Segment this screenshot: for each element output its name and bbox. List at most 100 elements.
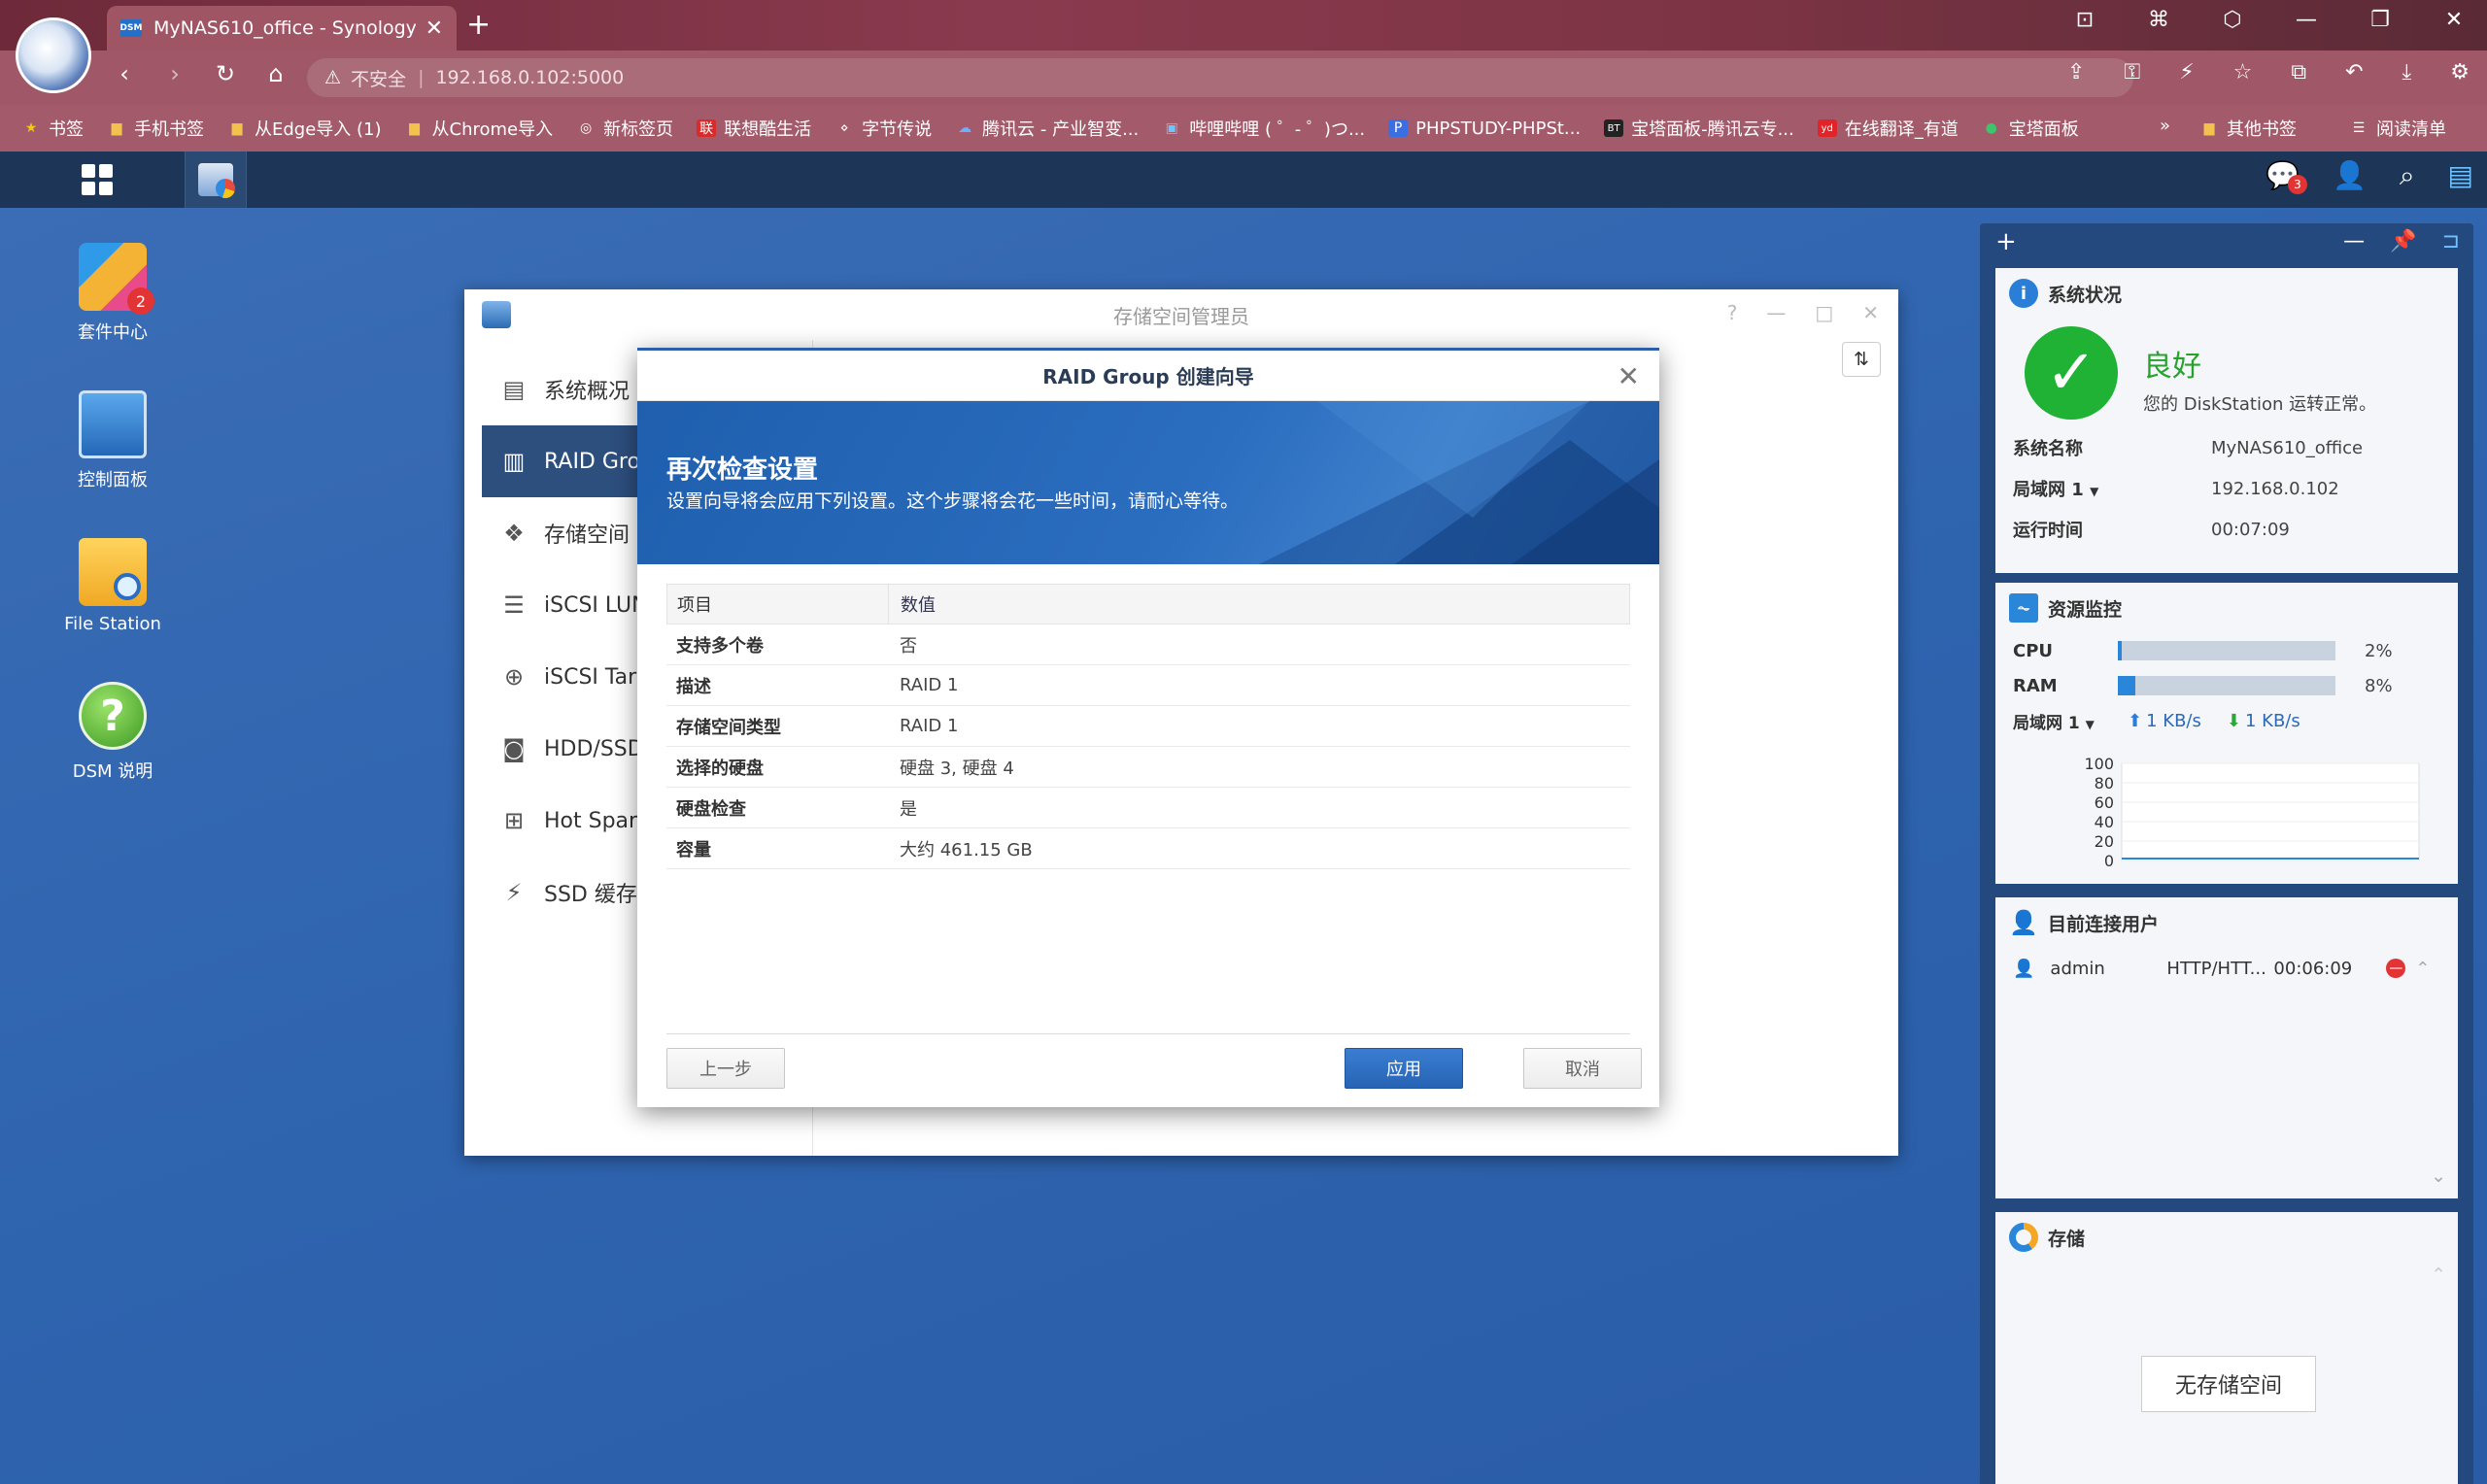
new-tab-button[interactable]: + (466, 8, 491, 42)
close-icon[interactable]: ✕ (1862, 301, 1879, 324)
bookmarks-more-button[interactable]: » (2160, 116, 2170, 141)
storage-manager-icon (198, 163, 235, 198)
help-icon[interactable]: ? (1727, 301, 1738, 324)
storage-manager-titlebar[interactable]: 存储空间管理员 ? — □ ✕ (464, 289, 1898, 340)
youdao-icon: yd (1817, 119, 1837, 137)
disk-icon: ◙ (502, 735, 526, 762)
flash-icon[interactable]: ⚡ (2179, 60, 2194, 84)
bookmark-item[interactable]: ▆ 手机书签 (107, 116, 204, 141)
chevron-up-icon[interactable]: ⌃ (2415, 959, 2430, 979)
cpu-bar (2118, 641, 2335, 660)
storage-manager-logo-icon (482, 301, 511, 328)
incognito-icon[interactable]: ⌘ (2145, 8, 2172, 32)
maximize-icon[interactable]: □ (1815, 301, 1833, 324)
lenovo-icon: 联 (697, 119, 717, 137)
table-row: 描述 RAID 1 (666, 665, 1630, 706)
profile-avatar[interactable] (16, 17, 91, 93)
browser-tab-bar: DSM MyNAS610_office - Synology D ✕ + ⊡ ⌘… (0, 0, 2487, 51)
bookmark-item[interactable]: ● 宝塔面板 (1982, 116, 2079, 141)
bookmark-item[interactable]: 联联想酷生活 (697, 116, 811, 141)
maximize-icon[interactable]: ❐ (2367, 8, 2394, 32)
bookmark-item[interactable]: ▣ 哔哩哔哩 ( ゜- ゜)つ... (1162, 116, 1366, 141)
bookmark-item[interactable]: BT 宝塔面板-腾讯云专... (1604, 116, 1794, 141)
bookmark-item[interactable]: ☁ 腾讯云 - 产业智变... (955, 116, 1139, 141)
widgets-toggle-icon[interactable]: ▤ (2448, 159, 2473, 192)
bookmark-item[interactable]: ◎ 新标签页 (576, 116, 673, 141)
minimize-icon[interactable]: — (2293, 8, 2320, 32)
bookmark-item[interactable]: yd 在线翻译_有道 (1817, 116, 1959, 141)
control-panel-shortcut[interactable]: 控制面板 (45, 390, 181, 491)
dsm-help-shortcut[interactable]: ? DSM 说明 (45, 682, 181, 783)
disconnect-icon[interactable]: — (2386, 959, 2406, 978)
download-icon[interactable]: ⤓ (2402, 60, 2412, 84)
back-button[interactable]: 上一步 (666, 1048, 785, 1089)
cancel-button[interactable]: 取消 (1523, 1048, 1642, 1089)
wizard-titlebar[interactable]: RAID Group 创建向导 ✕ (637, 351, 1659, 401)
col-value-header: 数值 (901, 595, 936, 616)
chevron-down-icon[interactable]: ⌄ (2431, 1165, 2446, 1187)
wizard-banner: 再次检查设置 设置向导将会应用下列设置。这个步骤将会花一些时间，请耐心等待。 (637, 401, 1659, 564)
tab-close-icon[interactable]: ✕ (426, 17, 443, 41)
lan-selector[interactable]: 局域网 1 ▼ (1995, 709, 2118, 733)
bookmark-item[interactable]: ⋄ 字节传说 (835, 116, 932, 141)
bookmark-star-icon[interactable]: ☆ (2233, 60, 2253, 84)
chevron-up-icon[interactable]: ⌃ (2431, 1265, 2446, 1286)
control-panel-icon (79, 390, 147, 458)
widget-panel: + — 📌 ⊐ i 系统状况 ✓ 良好 您的 DiskStation 运转正常。 … (1980, 223, 2473, 1484)
share-icon[interactable]: ⇪ (2067, 60, 2085, 84)
no-storage-button[interactable]: 无存储空间 (2141, 1356, 2316, 1412)
bookmark-item[interactable]: P PHPSTUDY-PHPSt... (1388, 118, 1581, 139)
close-window-icon[interactable]: ✕ (2440, 8, 2468, 32)
table-row: 选择的硬盘 硬盘 3, 硬盘 4 (666, 747, 1630, 788)
overview-icon: ▤ (502, 376, 526, 403)
tab-title: MyNAS610_office - Synology D (153, 17, 416, 39)
extensions-icon[interactable]: ⧉ (2291, 60, 2306, 84)
star-icon: ★ (24, 120, 38, 136)
reload-icon[interactable]: ↻ (200, 60, 251, 87)
url-input[interactable]: ⚠ 不安全 | 192.168.0.102:5000 (307, 58, 2133, 97)
info-icon: i (2009, 279, 2038, 308)
menu-icon[interactable]: ⚙ (2450, 60, 2470, 84)
package-center-shortcut[interactable]: 2 套件中心 (45, 243, 181, 344)
download-icon: ⬇ (2226, 710, 2241, 731)
user-icon[interactable]: 👤 (2333, 159, 2367, 192)
home-icon[interactable]: ⌂ (251, 60, 301, 87)
tab-icon: ◎ (580, 120, 593, 136)
sort-icon: ⇅ (1854, 349, 1869, 370)
chevron-down-icon: ▼ (2085, 717, 2095, 731)
folder-icon: ▆ (231, 120, 243, 136)
back-icon[interactable]: ‹ (99, 60, 150, 87)
close-icon[interactable]: ✕ (1618, 360, 1640, 392)
key-icon[interactable]: ⚿ (2124, 60, 2140, 84)
bookmark-item[interactable]: ★ 书签 (21, 116, 84, 141)
undo-icon[interactable]: ↶ (2345, 60, 2363, 84)
main-menu-button[interactable] (66, 152, 128, 208)
network-chart: 100806040200 (2084, 755, 2420, 870)
add-widget-icon[interactable]: + (1995, 227, 2017, 256)
notifications-icon[interactable]: 💬 3 (2266, 159, 2307, 194)
minimize-icon[interactable]: — (1766, 301, 1786, 324)
file-station-shortcut[interactable]: File Station (45, 538, 181, 634)
y-tick-label: 40 (2095, 813, 2114, 831)
monitor-icon: ⏦ (2009, 593, 2038, 623)
extension-shield-icon[interactable]: ⬡ (2219, 8, 2246, 32)
taskbar-storage-manager[interactable] (185, 152, 247, 208)
reading-list-button[interactable]: ☰ 阅读清单 (2349, 116, 2446, 141)
lan-row: 局域网 1 ▼ ⬆ 1 KB/s ⬇ 1 KB/s (1995, 703, 2458, 738)
other-bookmarks-button[interactable]: ▆ 其他书签 (2199, 116, 2297, 141)
sort-button[interactable]: ⇅ (1842, 342, 1881, 377)
forward-icon[interactable]: › (150, 60, 200, 87)
panel-toggle-icon[interactable]: ⊐ (2442, 229, 2460, 253)
pin-icon[interactable]: 📌 (2390, 229, 2416, 253)
resource-monitor-widget: ⏦ 资源监控 CPU 2% RAM 8% 局域网 1 ▼ ⬆ 1 KB/s ⬇ 1 K… (1995, 583, 2458, 884)
minimize-icon[interactable]: — (2343, 229, 2365, 253)
browser-tab[interactable]: DSM MyNAS610_office - Synology D ✕ (107, 6, 457, 51)
tab-actions-icon[interactable]: ⊡ (2071, 8, 2098, 32)
wizard-subheading: 设置向导将会应用下列设置。这个步骤将会花一些时间，请耐心等待。 (666, 490, 1240, 512)
bookmark-item[interactable]: ▆ 从Edge导入 (1) (227, 116, 382, 141)
bookmark-item[interactable]: ▆ 从Chrome导入 (405, 116, 553, 141)
y-tick-label: 20 (2095, 832, 2114, 851)
apply-button[interactable]: 应用 (1345, 1048, 1463, 1089)
search-icon[interactable]: ⌕ (2400, 159, 2415, 192)
summary-table: 项目 数值 支持多个卷否 描述 RAID 1 存储空间类型 RAID 1 选择的硬盘… (666, 584, 1630, 869)
